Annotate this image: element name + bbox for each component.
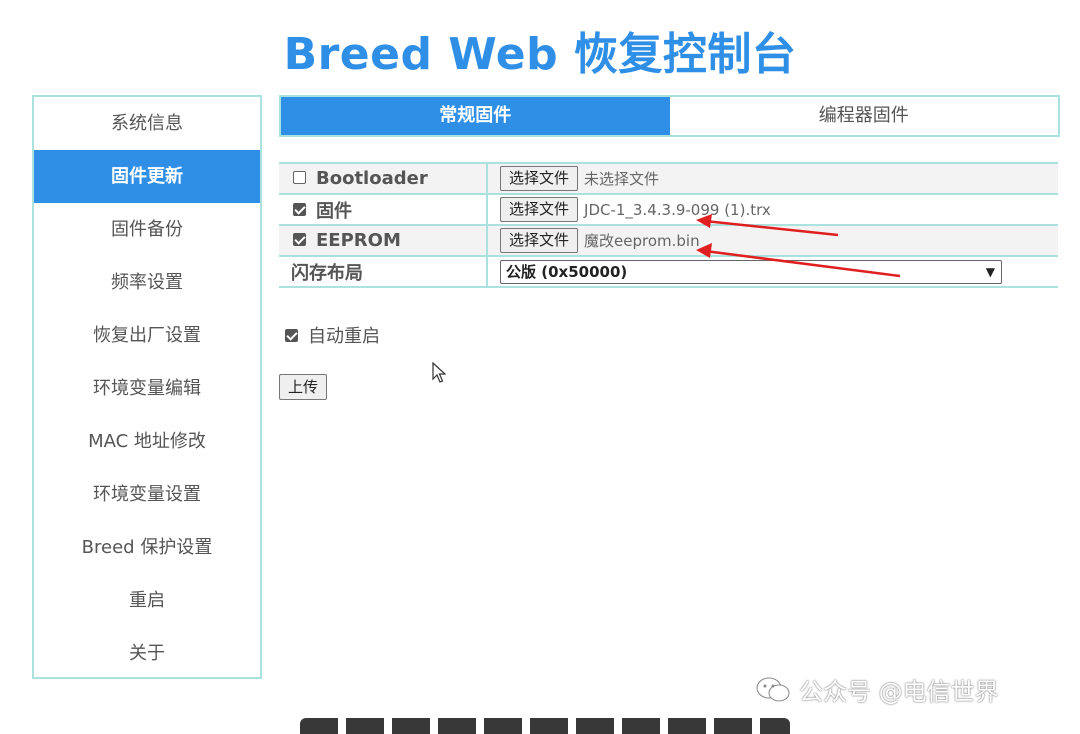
sidebar-item-mac[interactable]: MAC 地址修改 bbox=[34, 415, 260, 468]
tab-programmer-firmware[interactable]: 编程器固件 bbox=[670, 97, 1059, 135]
mouse-pointer-icon bbox=[432, 362, 446, 383]
tab-regular-firmware[interactable]: 常规固件 bbox=[281, 97, 670, 135]
firmware-tabs: 常规固件 编程器固件 bbox=[279, 95, 1060, 137]
watermark-text: 公众号 @电信世界 bbox=[799, 678, 999, 706]
auto-restart-option: 自动重启 bbox=[285, 322, 380, 348]
page-title: Breed Web 恢复控制台 bbox=[283, 29, 797, 80]
wechat-icon bbox=[756, 677, 790, 701]
video-subtitle-strip bbox=[300, 712, 800, 734]
table-row: 闪存布局 公版 (0x50000) ▼ bbox=[279, 255, 1058, 288]
flash-layout-label: 闪存布局 bbox=[279, 255, 488, 288]
auto-restart-checkbox[interactable] bbox=[285, 328, 298, 342]
firmware-choose-file-button[interactable]: 选择文件 bbox=[500, 197, 579, 222]
firmware-file-name: JDC-1_3.4.3.9-099 (1).trx bbox=[584, 200, 771, 219]
flash-layout-selected: 公版 (0x50000) bbox=[506, 262, 628, 281]
bootloader-choose-file-button[interactable]: 选择文件 bbox=[500, 166, 579, 191]
sidebar-item-system-info[interactable]: 系统信息 bbox=[34, 97, 260, 150]
eeprom-label: EEPROM bbox=[316, 230, 401, 251]
firmware-checkbox[interactable] bbox=[293, 203, 306, 216]
watermark: 公众号 @电信世界 bbox=[755, 672, 999, 707]
eeprom-choose-file-button[interactable]: 选择文件 bbox=[500, 228, 579, 253]
sidebar-item-firmware-backup[interactable]: 固件备份 bbox=[34, 203, 260, 256]
flash-layout-select[interactable]: 公版 (0x50000) ▼ bbox=[500, 259, 1002, 284]
sidebar-item-about[interactable]: 关于 bbox=[34, 627, 260, 680]
bootloader-file-name: 未选择文件 bbox=[584, 170, 660, 188]
sidebar-item-firmware-update[interactable]: 固件更新 bbox=[34, 150, 260, 203]
auto-restart-label: 自动重启 bbox=[308, 326, 380, 347]
sidebar: 系统信息 固件更新 固件备份 频率设置 恢复出厂设置 环境变量编辑 MAC 地址… bbox=[32, 95, 262, 679]
firmware-label: 固件 bbox=[316, 200, 352, 222]
upload-button[interactable]: 上传 bbox=[279, 374, 328, 400]
sidebar-item-frequency[interactable]: 频率设置 bbox=[34, 256, 260, 309]
sidebar-item-env-settings[interactable]: 环境变量设置 bbox=[34, 468, 260, 521]
firmware-form: Bootloader 选择文件 未选择文件 固件 选择文件 JDC-1_3.4.3.… bbox=[279, 162, 1058, 288]
sidebar-item-reboot[interactable]: 重启 bbox=[34, 574, 260, 627]
sidebar-item-breed-protect[interactable]: Breed 保护设置 bbox=[34, 521, 260, 574]
table-row: Bootloader 选择文件 未选择文件 bbox=[279, 162, 1058, 195]
bootloader-label: Bootloader bbox=[316, 168, 428, 189]
eeprom-checkbox[interactable] bbox=[293, 232, 306, 246]
sidebar-item-env-edit[interactable]: 环境变量编辑 bbox=[34, 362, 260, 415]
sidebar-item-factory-reset[interactable]: 恢复出厂设置 bbox=[34, 309, 260, 362]
table-row: EEPROM 选择文件 魔改eeprom.bin bbox=[279, 224, 1058, 257]
chevron-down-icon: ▼ bbox=[985, 264, 995, 279]
eeprom-file-name: 魔改eeprom.bin bbox=[584, 232, 700, 250]
table-row: 固件 选择文件 JDC-1_3.4.3.9-099 (1).trx bbox=[279, 193, 1058, 226]
bootloader-checkbox[interactable] bbox=[293, 170, 306, 184]
